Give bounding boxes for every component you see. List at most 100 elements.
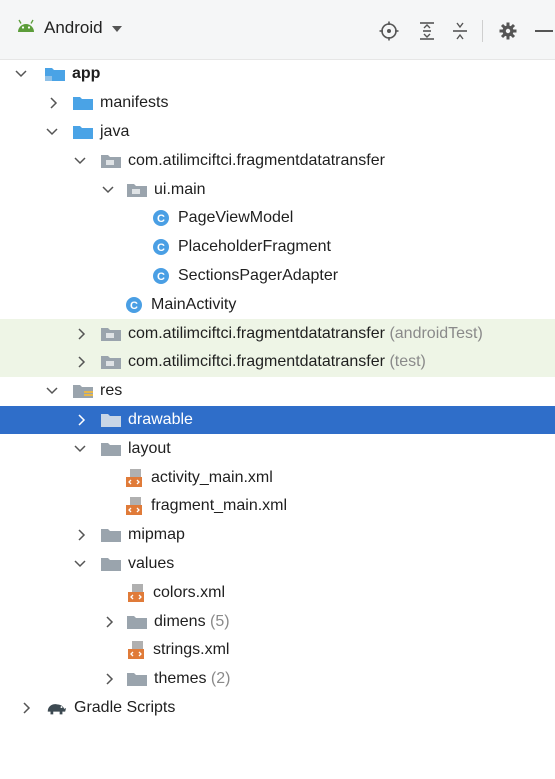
svg-text:C: C — [157, 271, 165, 283]
package-name: com.atilimciftci.fragmentdatatransfer — [128, 353, 385, 371]
tree-label-manifests: manifests — [100, 94, 169, 112]
tree-label-placeholder-fragment: PlaceholderFragment — [178, 238, 331, 256]
tree-row-placeholder-fragment[interactable]: C PlaceholderFragment — [0, 233, 555, 262]
chevron-down-icon[interactable] — [101, 183, 115, 197]
chevron-down-icon[interactable] — [45, 125, 59, 139]
tree-row-fragment-main-xml[interactable]: fragment_main.xml — [0, 492, 555, 521]
source-set-tag: (androidTest) — [389, 324, 483, 342]
package-folder-icon — [100, 353, 122, 371]
tree-row-values[interactable]: values — [0, 550, 555, 579]
chevron-right-icon[interactable] — [75, 413, 89, 427]
tree-label-themes: themes (2) — [154, 670, 230, 688]
tree-label-package-android-test: com.atilimciftci.fragmentdatatransfer (a… — [128, 325, 483, 343]
chevron-down-icon[interactable] — [45, 384, 59, 398]
item-count: (2) — [210, 670, 231, 688]
folder-icon — [100, 555, 122, 573]
collapse-all-icon[interactable] — [449, 20, 471, 42]
folder-icon — [100, 526, 122, 544]
tree-label-drawable: drawable — [128, 410, 193, 428]
tree-label-page-view-model: PageViewModel — [178, 209, 294, 227]
package-folder-icon — [100, 152, 122, 170]
tree-row-sections-pager-adapter[interactable]: C SectionsPagerAdapter — [0, 262, 555, 291]
package-folder-icon — [100, 325, 122, 343]
chevron-right-icon[interactable] — [20, 701, 34, 715]
folder-icon — [72, 123, 94, 141]
chevron-right-icon[interactable] — [75, 355, 89, 369]
dropdown-caret-icon — [111, 18, 123, 38]
locate-icon[interactable] — [378, 20, 400, 42]
tree-label-ui-main: ui.main — [154, 180, 206, 198]
tree-row-res[interactable]: res — [0, 377, 555, 406]
folder-icon — [72, 94, 94, 112]
folder-icon — [126, 670, 148, 688]
source-set-tag: (test) — [389, 353, 426, 371]
kotlin-class-icon: C — [150, 267, 172, 285]
package-name: com.atilimciftci.fragmentdatatransfer — [128, 324, 385, 342]
tree-row-package-test[interactable]: com.atilimciftci.fragmentdatatransfer (t… — [0, 347, 555, 377]
tree-label-fragment-main-xml: fragment_main.xml — [151, 497, 288, 515]
tree-row-ui-main[interactable]: ui.main — [0, 175, 555, 204]
tree-label-layout: layout — [128, 439, 171, 457]
package-folder-icon — [126, 181, 148, 199]
folder-name: themes — [154, 670, 207, 688]
chevron-down-icon[interactable] — [14, 67, 28, 81]
tree-label-package-main: com.atilimciftci.fragmentdatatransfer — [128, 151, 385, 169]
tree-row-themes[interactable]: themes (2) — [0, 665, 555, 694]
xml-file-icon — [123, 468, 145, 487]
svg-text:C: C — [130, 300, 138, 312]
toolbar-divider — [482, 20, 483, 42]
folder-icon — [100, 411, 122, 429]
kotlin-class-icon: C — [150, 209, 172, 227]
tree-label-gradle-scripts: Gradle Scripts — [74, 698, 176, 716]
chevron-right-icon[interactable] — [47, 96, 61, 110]
tree-row-package-main[interactable]: com.atilimciftci.fragmentdatatransfer — [0, 146, 555, 175]
project-tree: app manifests java com.atilimciftci.frag… — [0, 60, 555, 722]
tree-row-drawable[interactable]: drawable — [0, 405, 555, 435]
tree-label-sections-pager-adapter: SectionsPagerAdapter — [178, 266, 339, 284]
xml-file-icon — [123, 497, 145, 516]
tree-row-package-android-test[interactable]: com.atilimciftci.fragmentdatatransfer (a… — [0, 319, 555, 348]
tree-row-java[interactable]: java — [0, 118, 555, 147]
resources-folder-icon — [72, 382, 94, 400]
tree-label-java: java — [100, 122, 130, 140]
folder-icon — [100, 440, 122, 458]
folder-name: dimens — [154, 612, 206, 630]
expand-all-icon[interactable] — [416, 20, 438, 42]
chevron-right-icon[interactable] — [103, 672, 117, 686]
settings-gear-icon[interactable] — [497, 20, 519, 42]
tree-row-app[interactable]: app — [0, 60, 555, 89]
tree-row-manifests[interactable]: manifests — [0, 89, 555, 118]
tree-row-dimens[interactable]: dimens (5) — [0, 607, 555, 636]
tree-label-dimens: dimens (5) — [154, 613, 230, 631]
tree-row-colors-xml[interactable]: colors.xml — [0, 578, 555, 607]
chevron-down-icon[interactable] — [73, 557, 87, 571]
tree-label-values: values — [128, 554, 175, 572]
tree-row-page-view-model[interactable]: C PageViewModel — [0, 204, 555, 233]
chevron-down-icon[interactable] — [73, 154, 87, 168]
tree-row-strings-xml[interactable]: strings.xml — [0, 636, 555, 665]
tree-label-colors-xml: colors.xml — [153, 583, 226, 601]
svg-text:C: C — [157, 213, 165, 225]
module-folder-icon — [44, 65, 66, 83]
tree-label-strings-xml: strings.xml — [153, 641, 230, 659]
chevron-right-icon[interactable] — [75, 528, 89, 542]
tree-label-main-activity: MainActivity — [151, 295, 237, 313]
kotlin-class-icon: C — [123, 296, 145, 314]
tree-row-mipmap[interactable]: mipmap — [0, 521, 555, 550]
minimize-icon[interactable] — [533, 20, 555, 42]
folder-icon — [126, 613, 148, 631]
item-count: (5) — [210, 612, 230, 630]
chevron-down-icon[interactable] — [73, 442, 87, 456]
xml-file-icon — [125, 641, 147, 660]
project-view-dropdown[interactable]: Android — [16, 18, 123, 38]
project-toolbar: Android — [0, 0, 555, 60]
tree-row-main-activity[interactable]: C MainActivity — [0, 290, 555, 319]
tree-row-gradle-scripts[interactable]: Gradle Scripts — [0, 694, 555, 723]
chevron-right-icon[interactable] — [103, 615, 117, 629]
xml-file-icon — [125, 583, 147, 602]
tree-label-mipmap: mipmap — [128, 526, 185, 544]
tree-row-layout[interactable]: layout — [0, 434, 555, 463]
chevron-right-icon[interactable] — [75, 327, 89, 341]
tree-row-activity-main-xml[interactable]: activity_main.xml — [0, 463, 555, 492]
tree-label-package-test: com.atilimciftci.fragmentdatatransfer (t… — [128, 353, 426, 371]
